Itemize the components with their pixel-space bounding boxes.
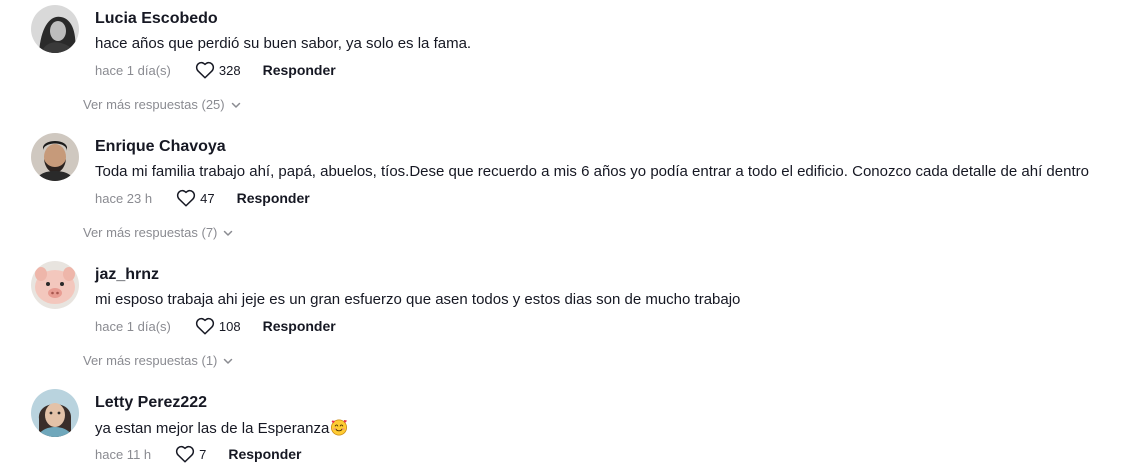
comment-timestamp: hace 1 día(s) — [95, 318, 171, 334]
like-count: 7 — [199, 446, 207, 462]
avatar[interactable] — [31, 389, 79, 437]
like-button[interactable]: 328 — [195, 61, 241, 79]
comment-text: mi esposo trabaja ahi jeje es un gran es… — [95, 291, 741, 308]
like-button[interactable]: 47 — [176, 189, 215, 207]
view-more-replies[interactable]: Ver más respuestas (1) — [83, 353, 233, 368]
like-button[interactable]: 108 — [195, 317, 241, 335]
chevron-down-icon — [231, 102, 240, 108]
comment-meta: hace 23 h 47 Responder — [95, 188, 310, 208]
comment-text: ya estan mejor las de la Esperanza — [95, 418, 348, 439]
like-button[interactable]: 7 — [175, 445, 206, 463]
view-more-replies-label: Ver más respuestas (25) — [83, 97, 225, 112]
view-more-replies-label: Ver más respuestas (1) — [83, 353, 218, 368]
comment-meta: hace 1 día(s) 108 Responder — [95, 316, 336, 336]
view-more-replies-label: Ver más respuestas (7) — [83, 225, 218, 240]
reply-button[interactable]: Responder — [228, 446, 301, 462]
comment-username[interactable]: Enrique Chavoya — [95, 137, 226, 157]
smiling-face-with-hearts-emoji — [331, 419, 348, 436]
view-more-replies[interactable]: Ver más respuestas (25) — [83, 97, 241, 112]
comment-username[interactable]: Lucia Escobedo — [95, 9, 218, 29]
comment-username[interactable]: Letty Perez222 — [95, 393, 207, 413]
heart-outline-icon — [195, 61, 214, 79]
avatar[interactable] — [31, 5, 79, 53]
reply-button[interactable]: Responder — [263, 318, 336, 334]
view-more-replies[interactable]: Ver más respuestas (7) — [83, 225, 233, 240]
comment-text: hace años que perdió su buen sabor, ya s… — [95, 35, 472, 52]
chevron-down-icon — [224, 230, 233, 236]
heart-outline-icon — [195, 317, 214, 335]
avatar[interactable] — [31, 261, 79, 309]
like-count: 47 — [200, 190, 215, 206]
comment-meta: hace 11 h 7 Responder — [95, 444, 302, 464]
heart-outline-icon — [177, 189, 196, 207]
like-count: 328 — [218, 62, 241, 78]
comment-text: Toda mi familia trabajo ahí, papá, abuel… — [95, 163, 1089, 180]
avatar[interactable] — [31, 133, 79, 181]
comment-meta: hace 1 día(s) 328 Responder — [95, 60, 336, 80]
comment-timestamp: hace 11 h — [95, 446, 152, 462]
reply-button[interactable]: Responder — [237, 190, 310, 206]
reply-button[interactable]: Responder — [263, 62, 336, 78]
like-count: 108 — [218, 318, 241, 334]
heart-outline-icon — [176, 445, 195, 463]
comment-timestamp: hace 23 h — [95, 190, 153, 206]
comment-text-content: ya estan mejor las de la Esperanza — [95, 420, 330, 437]
comment-username[interactable]: jaz_hrnz — [95, 265, 159, 285]
comment-timestamp: hace 1 día(s) — [95, 62, 171, 78]
chevron-down-icon — [224, 358, 233, 364]
